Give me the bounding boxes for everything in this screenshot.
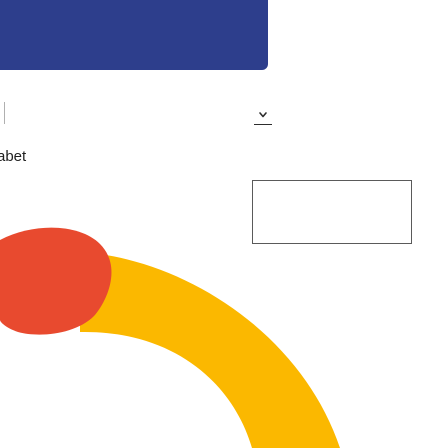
dropdown-underline [254,124,272,125]
image-placeholder-box[interactable] [252,180,412,244]
divider-line [4,102,5,124]
red-blob-shape [0,227,112,335]
hero-banner [0,0,268,70]
dropdown-toggle[interactable] [256,108,270,122]
category-label: abet [0,148,60,165]
category-label-text: abet [0,148,27,165]
chevron-down-icon [259,112,267,118]
yellow-arc-shape [80,252,340,448]
